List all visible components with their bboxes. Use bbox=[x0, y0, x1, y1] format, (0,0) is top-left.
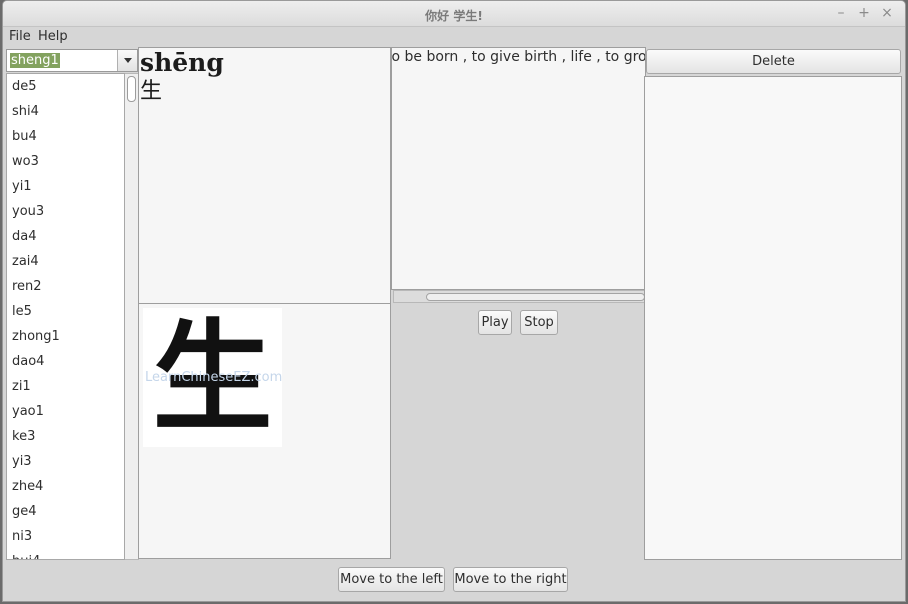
list-item[interactable]: ni3 bbox=[7, 524, 124, 549]
word-list-scrollbar[interactable] bbox=[125, 73, 139, 560]
minimize-icon[interactable]: – bbox=[833, 5, 849, 21]
scrollbar-thumb[interactable] bbox=[426, 293, 645, 301]
list-item[interactable]: de5 bbox=[7, 74, 124, 99]
list-item[interactable]: le5 bbox=[7, 299, 124, 324]
list-item[interactable]: hui4 bbox=[7, 549, 124, 559]
maximize-icon[interactable]: + bbox=[856, 5, 872, 21]
word-list[interactable]: de5 shi4 bu4 wo3 yi1 you3 da4 zai4 ren2 le5 zhong1… bbox=[6, 73, 125, 560]
list-item[interactable]: zhong1 bbox=[7, 324, 124, 349]
meaning-panel[interactable]: to be born , to give birth , life , to g… bbox=[391, 47, 646, 290]
meaning-scrollbar[interactable] bbox=[393, 290, 646, 303]
stop-button[interactable]: Stop bbox=[520, 310, 558, 335]
list-item[interactable]: ke3 bbox=[7, 424, 124, 449]
scrollbar-thumb[interactable] bbox=[127, 76, 136, 102]
pinyin-panel: shēng 生 bbox=[138, 47, 391, 304]
close-icon[interactable]: × bbox=[879, 5, 895, 21]
move-right-button[interactable]: Move to the right bbox=[453, 567, 568, 592]
title-bar[interactable]: 你好 学生! – + × bbox=[3, 1, 905, 27]
list-item[interactable]: wo3 bbox=[7, 149, 124, 174]
list-item[interactable]: zai4 bbox=[7, 249, 124, 274]
watermark: LearnChineseEZ.com bbox=[145, 370, 283, 385]
list-item[interactable]: yi1 bbox=[7, 174, 124, 199]
list-item[interactable]: zhe4 bbox=[7, 474, 124, 499]
menu-file[interactable]: File bbox=[9, 29, 31, 44]
list-item[interactable]: zi1 bbox=[7, 374, 124, 399]
list-item[interactable]: da4 bbox=[7, 224, 124, 249]
list-item[interactable]: ren2 bbox=[7, 274, 124, 299]
pinyin-text: shēng bbox=[140, 48, 224, 77]
move-left-button[interactable]: Move to the left bbox=[338, 567, 445, 592]
delete-button[interactable]: Delete bbox=[646, 49, 901, 74]
list-item[interactable]: shi4 bbox=[7, 99, 124, 124]
window-title: 你好 学生! bbox=[425, 9, 483, 23]
meaning-text: to be born , to give birth , life , to g… bbox=[391, 49, 646, 65]
search-input[interactable]: sheng1 bbox=[10, 53, 60, 68]
list-item[interactable]: yao1 bbox=[7, 399, 124, 424]
list-item[interactable]: bu4 bbox=[7, 124, 124, 149]
list-item[interactable]: yi3 bbox=[7, 449, 124, 474]
search-combobox[interactable]: sheng1 bbox=[6, 49, 138, 72]
saved-words-panel[interactable] bbox=[644, 76, 902, 560]
menu-help[interactable]: Help bbox=[38, 29, 68, 44]
list-item[interactable]: dao4 bbox=[7, 349, 124, 374]
character-text: 生 bbox=[140, 79, 163, 104]
list-item[interactable]: ge4 bbox=[7, 499, 124, 524]
play-button[interactable]: Play bbox=[478, 310, 512, 335]
character-image: 生 LearnChineseEZ.com bbox=[143, 308, 282, 447]
image-panel: 生 LearnChineseEZ.com bbox=[138, 303, 391, 559]
chevron-down-icon[interactable] bbox=[117, 50, 137, 71]
app-window: 你好 学生! – + × File Help sheng1 de5 shi4 bu4… bbox=[2, 0, 906, 602]
list-item[interactable]: you3 bbox=[7, 199, 124, 224]
